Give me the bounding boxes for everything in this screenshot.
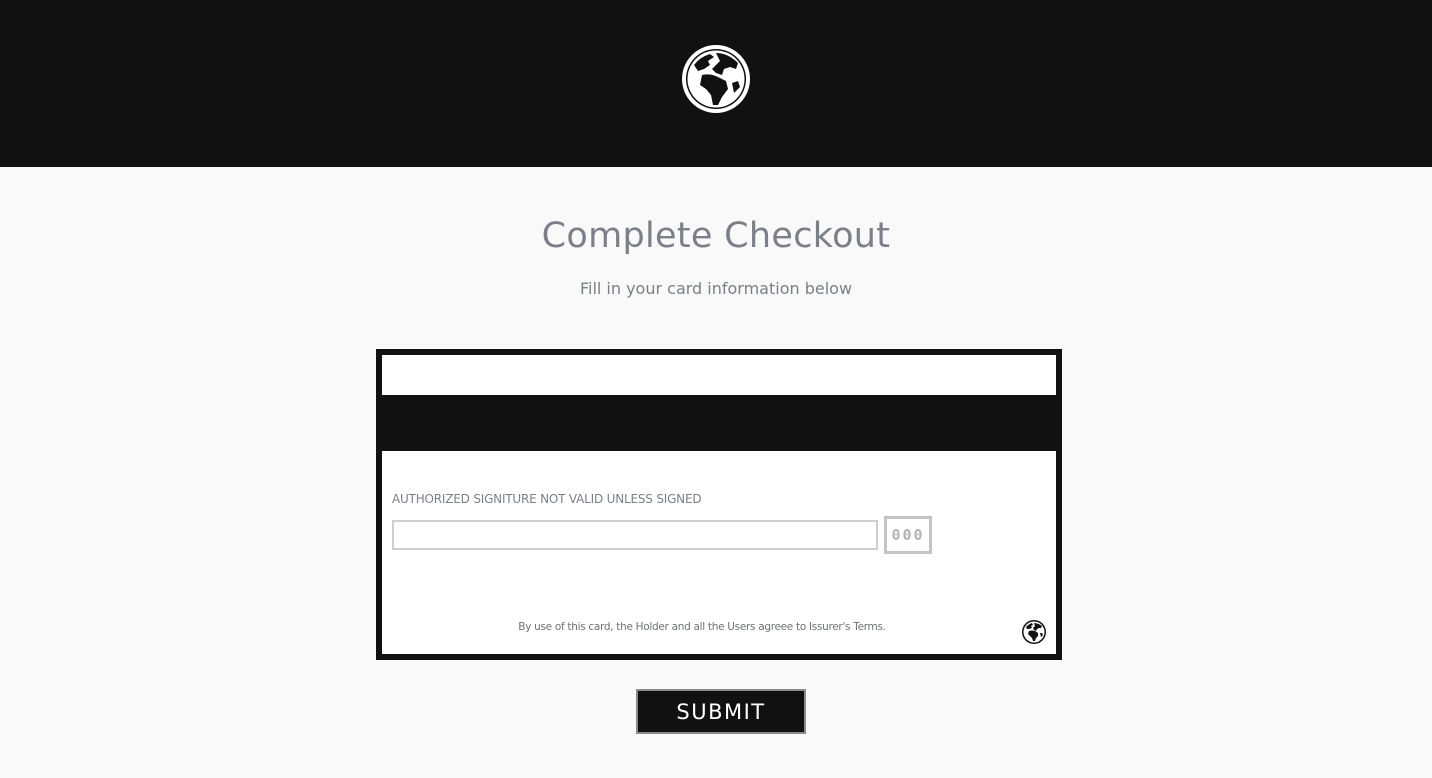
card-back: AUTHORIZED SIGNITURE NOT VALID UNLESS SI… [376,349,1062,660]
card-terms-text: By use of this card, the Holder and all … [518,621,886,633]
card-back-face: AUTHORIZED SIGNITURE NOT VALID UNLESS SI… [382,355,1056,654]
signature-input[interactable] [392,520,878,550]
header-bar [0,0,1432,167]
magnetic-strip [382,395,1056,451]
page-title: Complete Checkout [541,216,891,256]
globe-icon [1022,620,1046,644]
submit-button[interactable]: SUBMIT [636,689,806,734]
globe-icon [682,45,750,113]
page-subtitle: Fill in your card information below [579,279,853,298]
cvv-input[interactable] [884,516,932,554]
signature-label: AUTHORIZED SIGNITURE NOT VALID UNLESS SI… [392,492,702,506]
